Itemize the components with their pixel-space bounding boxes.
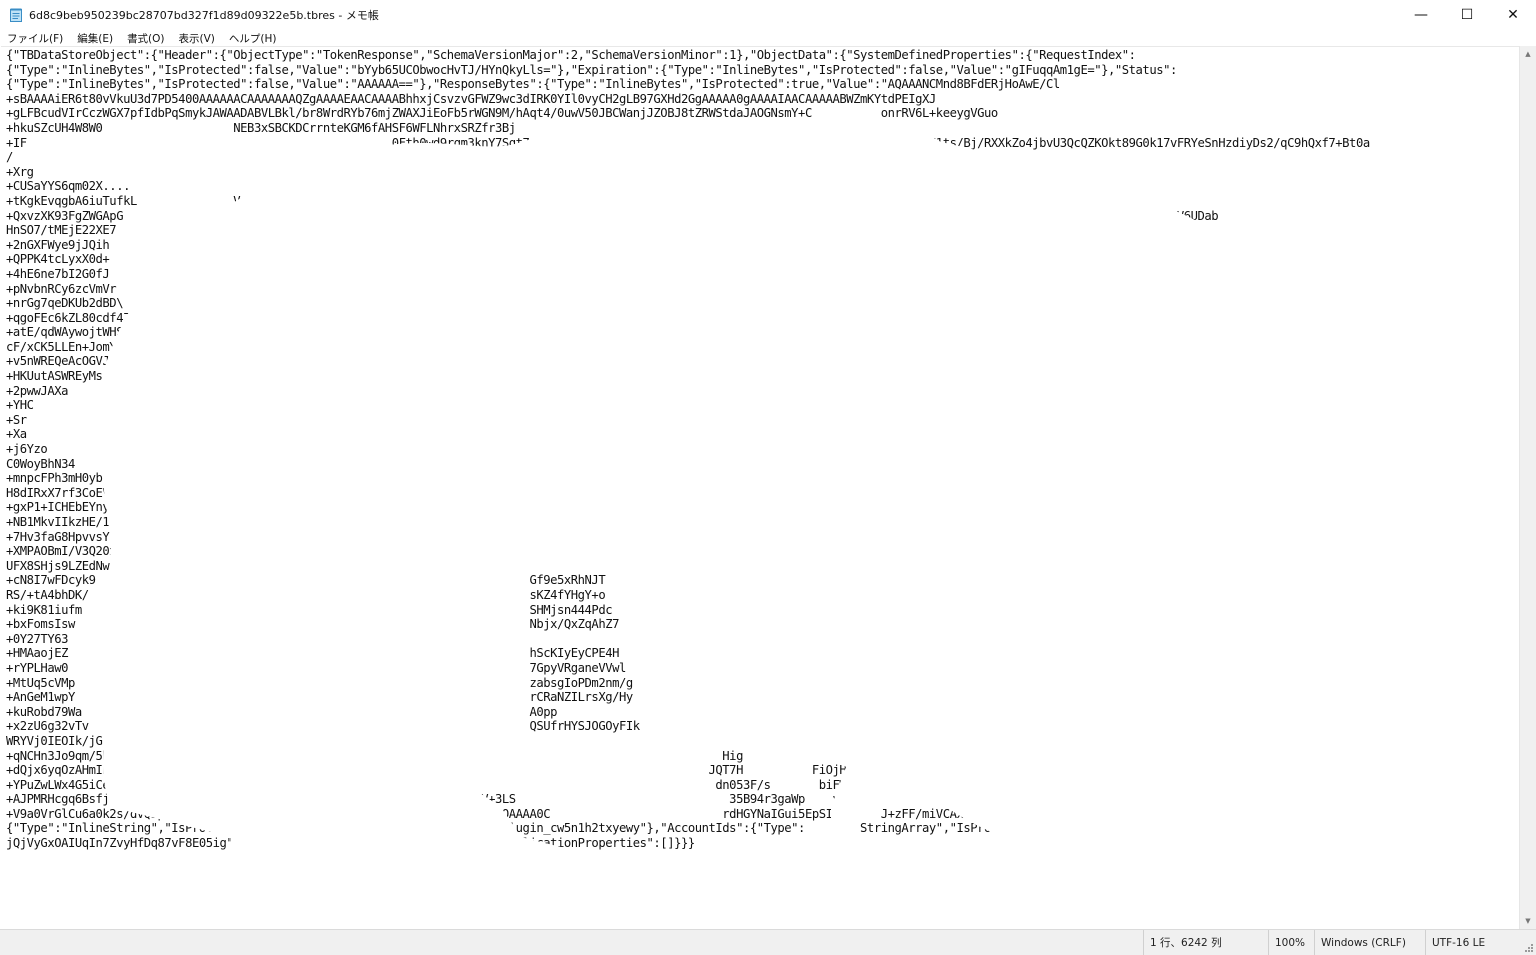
editor-line[interactable]: +atE/qdWAywojtWHSABJ9U pDJwoYy7A/pW8bAIU… [6,325,1520,340]
editor-line[interactable]: +2nGXFWye9jJQih gF12L8314hmHGotz TPIbrTn… [6,238,1520,253]
editor-line[interactable]: +hkuSZcUH4W8W0 NEB3xSBCKDCrrnteKGM6fAHSF… [6,121,1520,136]
window-title: 6d8c9beb950239bc28707bd327f1d89d09322e5b… [29,9,379,22]
editor-line[interactable]: +ki9K81iufm SHMjsn444Pdc [6,603,1520,618]
status-zoom: 100% [1268,930,1319,955]
editor-line[interactable]: +YHC [6,398,1520,413]
editor-line[interactable]: +2pwwJAXa [6,384,1520,399]
editor-line[interactable]: +Sr udZbAwW8nbD [6,413,1520,428]
editor-line[interactable]: +qgoFEc6kZL80cdf4Z U7nzeK8nxVFetqDXaS0X … [6,311,1520,326]
editor-line[interactable]: +kuRobd79Wa A0pp [6,705,1520,720]
menu-edit[interactable]: 編集(E) [70,31,120,46]
menu-file[interactable]: ファイル(F) [0,31,70,46]
editor-line[interactable]: +CUSaYYS6qm02X.... aDZ02Q5NLBALFgJkBBBMH… [6,179,1520,194]
editor-line[interactable]: +mnpcFPh3mH0ybqBYUHTBD... wsTED4CvwfpzPH… [6,471,1520,486]
menu-help[interactable]: ヘルプ(H) [222,31,284,46]
line-ending: Windows (CRLF) [1321,936,1406,949]
editor-line[interactable]: H8dIRxX7rf3CoEVLjxpdqz7ImS0q4QIRnRgsOCrq… [6,486,1520,501]
resize-grip-icon[interactable] [1522,941,1534,953]
scroll-down-icon[interactable]: ▼ [1520,913,1536,929]
status-position: 1 行、6242 列 [1143,930,1268,955]
status-line-ending: Windows (CRLF) [1314,930,1425,955]
editor-line[interactable]: jQjVyGxOAIUqIn7ZvyHfDq87vF8E05ig"}}},"Pr… [6,836,1520,851]
editor-line[interactable]: +HMAaojEZ hScKIyEyCPE4H 6Vj07+kInx+Ec09D… [6,646,1520,661]
editor-line[interactable]: +QPPK4tcLyxX0d+ H7z21V604j6PT/g 78xAc2SR… [6,252,1520,267]
editor-line[interactable]: +AnGeM1wpY rCRaNZILrsXg/Hy jSe9m1WAKsFv5… [6,690,1520,705]
editor-line[interactable]: +pNvbnRCy6zcVmVr aG8IdnV52P03/3zE 223y4s… [6,282,1520,297]
editor-line[interactable]: C0WoyBhN34 [6,457,1520,472]
editor-line[interactable]: +gLFBcudVIrCczWGX7pfIdbPqSmykJAWAADABVLB… [6,106,1520,121]
menu-view[interactable]: 表示(V) [172,31,222,46]
editor-line[interactable]: +sBAAAAiER6t80vVkuU3d7PD5400AAAAAACAAAAA… [6,92,1520,107]
editor-line[interactable]: +nrGg7qeDKUb2dBD\ Z2TdaVIrv/yNR8Qjc B1R9… [6,296,1520,311]
editor-line[interactable]: +YPuZwLWx4G5iCeEkh6Exq JUK7fWLenS10o8AG … [6,778,1520,793]
editor-line[interactable]: +Xa [6,427,1520,442]
minimize-button[interactable]: — [1398,0,1444,30]
editor-line[interactable]: +v5nWREQeAcOGVJM3tCSxBLct8v9PKjsK4VtOpmN… [6,354,1520,369]
editor-line[interactable]: HnSO7/tMEjE22XE7 SFM2c6NRF2+ynICH2w hb8r… [6,223,1520,238]
editor-line[interactable]: +cN8I7wFDcyk9 Gf9e5xRhNJT NYByRB1+50IcgD… [6,573,1520,588]
editor-line[interactable]: {"Type":"InlineString","IsProtected":fal… [6,821,1520,836]
menu-bar: ファイル(F) 編集(E) 書式(O) 表示(V) ヘルプ(H) [0,30,1536,46]
editor-line[interactable]: / lw9w6WU6JwdACIzZbobAhekSF30U7rqER4eQRU… [6,150,1520,165]
editor-line[interactable]: +0Y27TY63 [6,632,1520,647]
editor-line[interactable]: cF/xCK5LLEn+JomYI5EO5sBftR/Hbc6U/sqAk6MD… [6,340,1520,355]
editor-line[interactable]: +AJPMRHcgq6BsfjRKQiyeCgyUUKIA UEQN0GBtq8… [6,792,1520,807]
status-bar: 1 行、6242 列 100% Windows (CRLF) UTF-16 LE [0,929,1536,955]
editor-line[interactable]: +gxP1+ICHEbEYny6LU/gg75dSediZpp9XK2R [6,500,1520,515]
window-controls: — ☐ ✕ [1398,0,1536,30]
editor-line[interactable]: +XMPAOBmI/V3Q20xvk 2DwRku5rewjXrt7Kzyyzz… [6,544,1520,559]
editor-line[interactable]: +MtUq5cVMp zabsgIoPDm2nm/g eSA5uAEDgwAI9… [6,676,1520,691]
editor-line[interactable]: +NB1MkvIIkzHE/1Am7whP5xSe4k AQigVfzh JrM… [6,515,1520,530]
maximize-button[interactable]: ☐ [1444,0,1490,30]
scroll-up-icon[interactable]: ▲ [1520,46,1536,62]
editor-line[interactable]: +qNCHn3Jo9qm/5kq Had9l1 Hig [6,749,1520,764]
editor-line[interactable]: +dQjx6yqOzAHmIkS/Uk xNkLIZXIX04 JQT7H Fi… [6,763,1520,778]
editor-line[interactable]: +7Hv3faG8HpvvsYcs5j70 Hgt hWFLwOnIXAu [6,530,1520,545]
title-bar[interactable]: 6d8c9beb950239bc28707bd327f1d89d09322e5b… [0,0,1536,30]
vertical-scrollbar[interactable]: ▲ ▼ [1519,46,1536,929]
editor-line[interactable]: +IF 0Fth0wd9rqm3knY7Sqt7cKdgu4t73X6SMDgC… [6,136,1520,151]
editor-line[interactable]: +QxvzXK93FgZWGApG dWh9gz82c3uGvlq0JXp51 … [6,209,1520,224]
editor-line[interactable]: +tKgkEvqgbA6iuTufkL VvrVi8CiwyVmK07jeFuO… [6,194,1520,209]
minimize-icon: — [1414,7,1428,23]
editor-line[interactable]: {"Type":"InlineBytes","IsProtected":fals… [6,63,1520,78]
editor-line[interactable]: RS/+tA4bhDK/ sKZ4fYHgY+o zQEjIENcSrEC/fT… [6,588,1520,603]
encoding: UTF-16 LE [1432,936,1486,949]
editor-line[interactable]: +HKUutASWREyMsiX+F* /xzI+0 [6,369,1520,384]
editor-line[interactable]: UFX8SHjs9LZEdNw aD4l [6,559,1520,574]
editor-line[interactable]: {"TBDataStoreObject":{"Header":{"ObjectT… [6,48,1520,63]
text-editor[interactable]: {"TBDataStoreObject":{"Header":{"ObjectT… [1,46,1520,930]
zoom-level: 100% [1275,936,1306,949]
status-encoding: UTF-16 LE [1425,930,1527,955]
editor-line[interactable]: +4hE6ne7bI2G0fJ NjLpOWWPb7r/2qC X4smzfrk… [6,267,1520,282]
menu-format[interactable]: 書式(O) [120,31,171,46]
editor-line[interactable]: +bxFomsIsw Nbjx/QxZqAhZ7 LXxvDBf/GqU1sBa… [6,617,1520,632]
editor-line[interactable]: +rYPLHaw0 7GpyVRganeVVwl olyxw03xXg9UYcn… [6,661,1520,676]
notepad-app-icon [9,7,23,23]
editor-line[interactable]: +Xrg rsNoiSN7 A3uE8/Px1AyYqew8aVIYBHZsKc… [6,165,1520,180]
editor-line[interactable]: {"Type":"InlineBytes","IsProtected":fals… [6,77,1520,92]
editor-content[interactable]: {"TBDataStoreObject":{"Header":{"ObjectT… [6,48,1520,851]
close-icon: ✕ [1507,7,1519,23]
editor-line[interactable]: +x2zU6g32vTv QSUfrHYSJOGOyFIk FwPOLoAkLq… [6,719,1520,734]
cursor-position: 1 行、6242 列 [1150,937,1222,949]
editor-line[interactable]: +j6Yzo xWqRTcYB5+3LK [6,442,1520,457]
editor-line[interactable]: WRYVj0IEOIk/jG 29 [6,734,1520,749]
editor-line[interactable]: +V9a0VrGlCu6a0k2s/dvQSpBAfD5VUjdl0mVIES8… [6,807,1520,822]
maximize-icon: ☐ [1460,7,1474,23]
close-button[interactable]: ✕ [1490,0,1536,30]
